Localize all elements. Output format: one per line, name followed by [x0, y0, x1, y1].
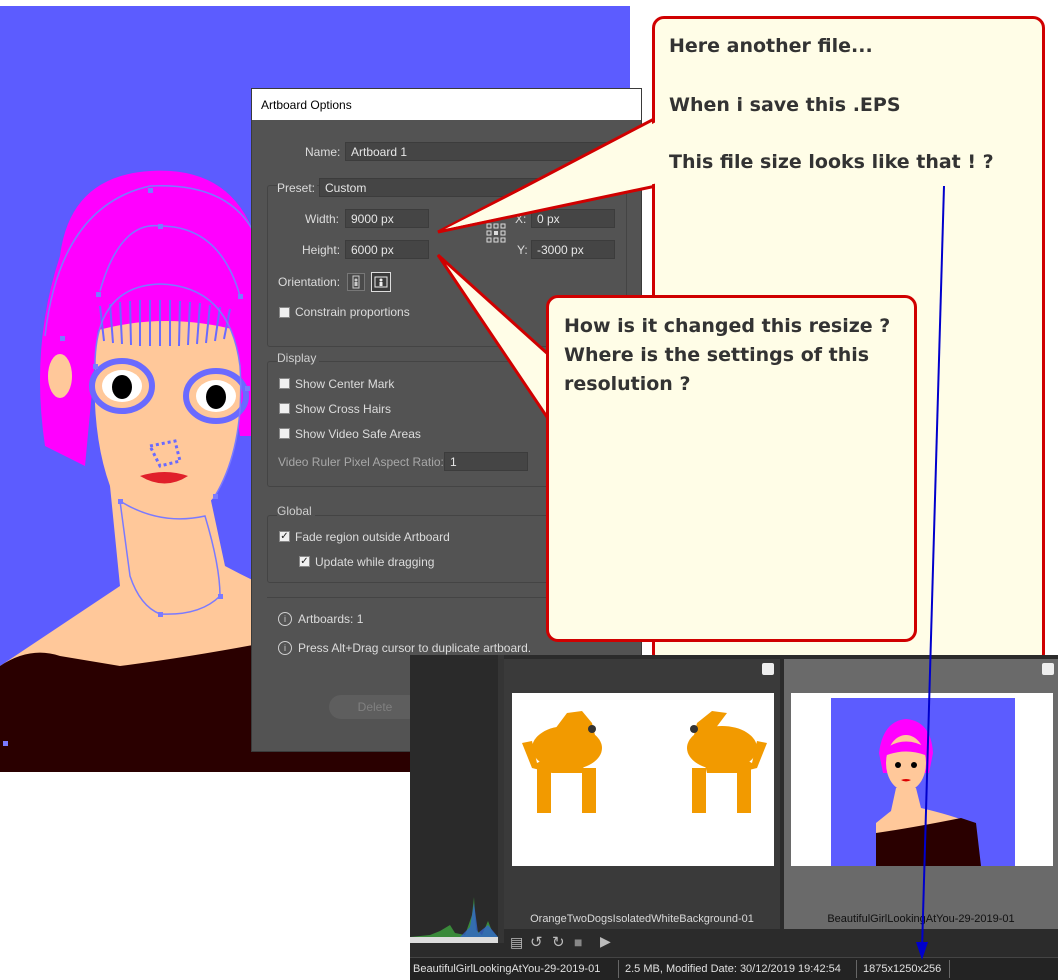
blue-arrow [916, 185, 945, 960]
